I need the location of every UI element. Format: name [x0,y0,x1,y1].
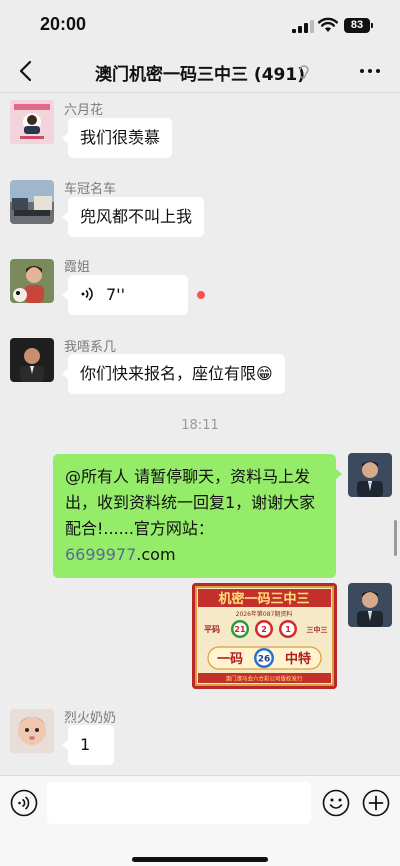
message-bubble[interactable]: 1 [62,725,114,765]
avatar[interactable] [10,338,54,382]
poster-number: 2 [261,625,267,634]
poster-special-number: 26 [258,655,271,665]
voice-input-button[interactable] [10,789,38,817]
message-text: @所有人 请暂停聊天，资料马上发出，收到资料统一回复1，谢谢大家配合!.....… [65,467,316,538]
poster-right-label: 三中三 [307,625,328,634]
avatar-image-icon [10,259,54,303]
website-link[interactable]: 6699977 [65,545,136,564]
battery-icon: 83 [344,18,370,33]
cellular-signal-icon [292,20,314,33]
voice-message-bubble[interactable]: 7'' [62,275,188,315]
chat-header: 澳门机密一码三中三 (491) [0,50,400,92]
sender-name: 车冠名车 [64,182,117,197]
more-actions-button[interactable] [362,789,390,817]
poster-left-label: 平码 [204,625,220,634]
message-bubble[interactable]: 我们很羡慕 [61,118,173,158]
input-bar [0,775,400,866]
poster-special-left: 一码 [217,652,243,667]
status-time: 20:00 [40,14,87,34]
avatar-image-icon [348,453,392,497]
avatar[interactable] [10,180,54,224]
home-indicator [132,857,268,862]
poster-number: 21 [234,625,246,634]
unread-dot [197,291,205,299]
voice-wave-icon [81,287,93,301]
status-bar: 20:00 83 [0,0,400,50]
avatar-image-icon [10,338,54,382]
poster-title: 机密一码三中三 [218,591,309,607]
more-options-button[interactable] [356,60,384,82]
avatar-image-icon [348,583,392,627]
scrollbar[interactable] [394,520,397,556]
sender-name: 烈火奶奶 [64,711,117,726]
sender-name: 霞姐 [64,260,91,275]
avatar[interactable] [10,709,54,753]
poster-special-right: 中特 [285,651,311,667]
self-avatar[interactable] [348,453,392,497]
mute-ear-icon [299,65,309,79]
sender-name: 六月花 [64,103,104,118]
back-button[interactable] [14,58,40,84]
poster-subtitle: 2026年第087期资料 [236,610,293,618]
sender-name: 我唔系几 [64,340,117,355]
message-bubble[interactable]: 你们快来报名，座位有限😁 [62,354,285,394]
message-bubble[interactable]: 兜风都不叫上我 [61,197,205,237]
battery-cap [371,23,373,28]
avatar-image-icon [10,100,54,144]
message-timestamp: 18:11 [181,418,219,433]
header-divider [0,92,400,93]
poster-number: 1 [285,625,291,634]
lottery-poster-image: 机密一码三中三 2026年第087期资料 平码 21 2 1 三中三 一码 26… [192,583,337,689]
wifi-icon [318,17,338,32]
avatar-image-icon [10,709,54,753]
emoji-button[interactable] [322,789,350,817]
avatar[interactable] [10,100,54,144]
message-input[interactable] [47,782,311,824]
poster-footer: 澳门濠马会六合彩公司版权发行 [225,675,303,683]
self-avatar[interactable] [348,583,392,627]
image-message[interactable]: 机密一码三中三 2026年第087期资料 平码 21 2 1 三中三 一码 26… [192,583,337,689]
self-message-bubble[interactable]: @所有人 请暂停聊天，资料马上发出，收到资料统一回复1，谢谢大家配合!.....… [53,454,342,578]
voice-duration: 7'' [106,285,125,304]
message-text-suffix: .com [136,545,176,564]
avatar-image-icon [10,180,54,224]
avatar[interactable] [10,259,54,303]
